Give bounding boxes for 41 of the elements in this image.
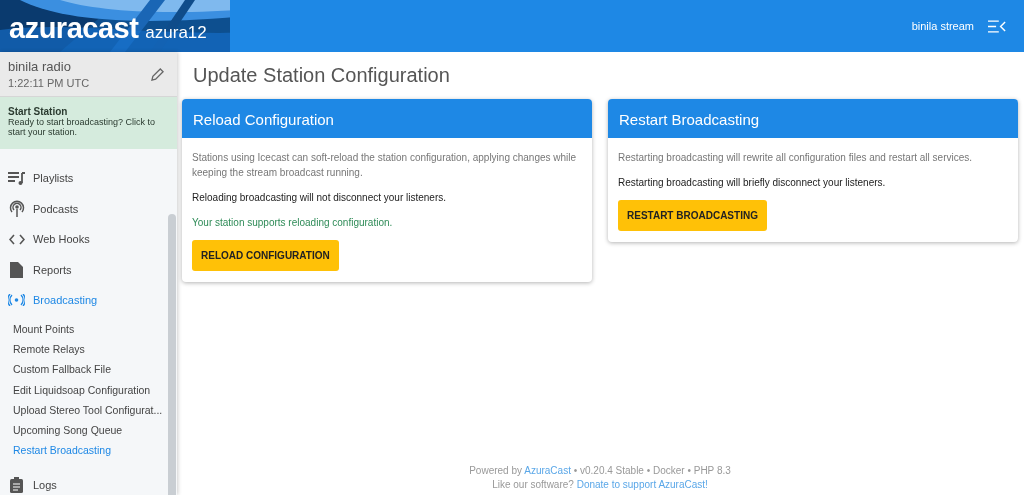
submenu-item[interactable]: Edit Liquidsoap Configuration: [0, 379, 177, 400]
station-time: 1:22:11 PM UTC: [8, 77, 90, 89]
playlist-icon: [8, 171, 25, 185]
submenu-item[interactable]: Mount Points: [0, 318, 177, 339]
nav-item[interactable]: Logs: [0, 469, 177, 495]
nav-item[interactable]: Reports: [0, 254, 177, 285]
submenu-item[interactable]: Remote Relays: [0, 338, 177, 360]
card-text: Your station supports reloading configuration.: [192, 216, 394, 230]
footer-text: Like our software? Donate to support AzuraCast!: [492, 479, 708, 490]
broadcast-icon: [8, 294, 25, 307]
submenu-item[interactable]: Custom Fallback File: [0, 359, 177, 380]
podcast-icon: [8, 200, 25, 218]
menu-icon[interactable]: [988, 19, 1006, 33]
instance-name: azura12: [145, 22, 207, 43]
nav-item[interactable]: Broadcasting: [0, 285, 177, 316]
nav-item[interactable]: Podcasts: [0, 193, 177, 224]
card-text: Restarting broadcasting will rewrite all configuration files and restart all services.: [618, 151, 974, 165]
nav-item[interactable]: Playlists: [0, 163, 177, 194]
card-text: Restarting broadcasting will briefly disconnect your listeners.: [618, 176, 887, 190]
card-text: Reloading broadcasting will not disconnect your listeners.: [192, 191, 448, 205]
card-text: Stations using Icecast can soft-reload the station configuration, applying changes while keeping the stream broadcast running.: [192, 151, 578, 180]
document-icon: [10, 261, 23, 278]
page-title: Update Station Configuration: [193, 64, 451, 87]
submenu-item[interactable]: Upload Stereo Tool Configurat...: [0, 399, 177, 420]
submenu-item[interactable]: Upcoming Song Queue: [0, 420, 177, 441]
notification[interactable]: Start Station Ready to start broadcasting? Click to start your station.: [0, 97, 177, 149]
card-header: Restart Broadcasting: [608, 99, 1018, 138]
submenu-item[interactable]: Restart Broadcasting: [0, 440, 177, 461]
station-name: binila radio: [8, 59, 72, 74]
edit-icon[interactable]: [151, 67, 164, 81]
action-button[interactable]: RELOAD CONFIGURATION: [192, 240, 339, 271]
notification-text: Ready to start broadcasting? Click to start your station.: [8, 117, 157, 138]
user-name[interactable]: binila stream: [911, 20, 974, 32]
card-header: Reload Configuration: [182, 99, 592, 138]
nav-item[interactable]: Web Hooks: [0, 224, 177, 255]
scrollbar[interactable]: [168, 214, 176, 495]
logo-text[interactable]: azuracast: [9, 11, 139, 45]
action-button[interactable]: RESTART BROADCASTING: [618, 200, 767, 231]
notification-title: Start Station: [8, 106, 69, 117]
code-icon: [8, 233, 25, 245]
footer-text: Powered by AzuraCast • v0.20.4 Stable • Docker • PHP 8.3: [469, 465, 731, 476]
